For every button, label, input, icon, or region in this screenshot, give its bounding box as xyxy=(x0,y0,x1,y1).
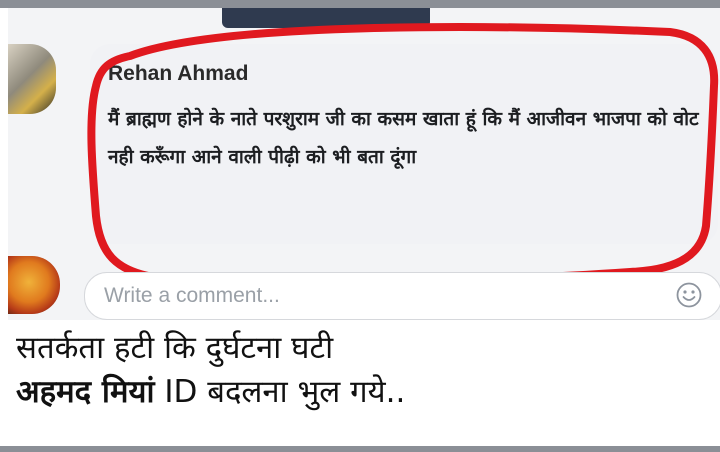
avatar[interactable] xyxy=(8,44,56,114)
bottom-border xyxy=(0,446,720,452)
smiley-icon[interactable] xyxy=(676,282,702,308)
screenshot-frame: Rehan Ahmad मैं ब्राह्मण होने के नाते पर… xyxy=(0,0,720,452)
caption-line-1: सतर्कता हटी कि दुर्घटना घटी xyxy=(16,330,334,366)
red-highlight-circle xyxy=(87,23,719,286)
caption-bold-name: अहमद मियां xyxy=(16,374,155,410)
current-user-avatar[interactable] xyxy=(8,256,60,314)
highlight-stroke xyxy=(87,23,719,286)
comment-input-placeholder: Write a comment... xyxy=(104,284,280,307)
caption: सतर्कता हटी कि दुर्घटना घटी अहमद मियां I… xyxy=(16,326,405,414)
caption-line-2: अहमद मियां ID बदलना भुल गये.. xyxy=(16,370,405,414)
top-border xyxy=(0,0,720,8)
caption-rest: ID बदलना भुल गये.. xyxy=(154,374,406,410)
